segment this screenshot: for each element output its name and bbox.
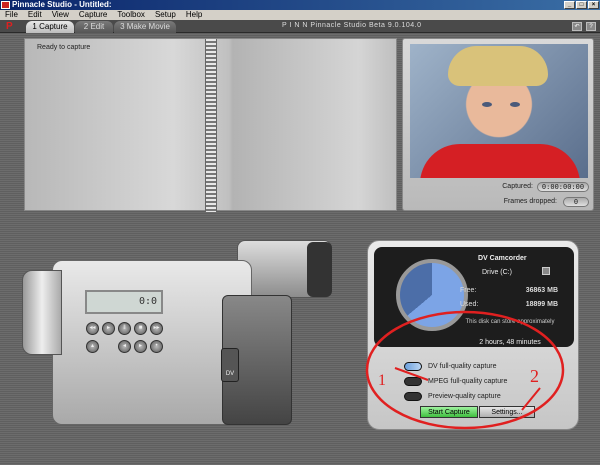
step-forward-button[interactable]: ▸ — [134, 340, 147, 353]
preview-quality-label: Preview-quality capture — [428, 393, 501, 400]
option-dv-full-quality[interactable]: DV full-quality capture — [404, 362, 497, 371]
window-controls: _ □ × — [564, 1, 599, 9]
app-icon[interactable] — [1, 1, 10, 9]
maximize-button[interactable]: □ — [576, 1, 587, 9]
drive-select-button[interactable] — [542, 267, 550, 275]
captured-label: Captured: — [502, 183, 533, 190]
album-spiral — [205, 39, 217, 212]
disk-space-gauge — [396, 259, 468, 331]
captured-counter: 0:00:00:00 — [537, 182, 589, 192]
tab-right-icons: ↶ ? — [572, 22, 596, 31]
camcorder-lens — [22, 270, 62, 355]
preview-quality-toggle[interactable] — [404, 392, 422, 401]
eject-button[interactable]: ▴ — [86, 340, 99, 353]
tab-bar: P 1 Capture 2 Edit 3 Make Movie P I N N … — [0, 20, 600, 33]
tab-edit[interactable]: 2 Edit — [75, 21, 113, 33]
minimize-button[interactable]: _ — [564, 1, 575, 9]
preview-eye-left — [482, 102, 492, 107]
dv-port-icon: DV — [221, 348, 239, 382]
disk-space-display: DV Camcorder Drive (C:) Free: 36863 MB U… — [374, 247, 574, 347]
option-preview-quality[interactable]: Preview-quality capture — [404, 392, 501, 401]
menu-toolbox[interactable]: Toolbox — [112, 10, 150, 20]
window-title: Pinnacle Studio - Untitled: — [12, 0, 112, 9]
drive-label: Drive (C:) — [482, 269, 512, 276]
title-bar: Pinnacle Studio - Untitled: _ □ × — [0, 0, 600, 10]
used-value: 18899 MB — [525, 301, 558, 308]
menu-file[interactable]: File — [0, 10, 23, 20]
dropped-label: Frames dropped: — [503, 198, 557, 205]
dv-full-quality-toggle[interactable] — [404, 362, 422, 371]
tab-capture[interactable]: 1 Capture — [26, 21, 74, 33]
camcorder-lcd: 0:0 — [85, 290, 163, 314]
close-button[interactable]: × — [588, 1, 599, 9]
preview-image — [410, 44, 588, 178]
menu-setup[interactable]: Setup — [150, 10, 181, 20]
dv-source-title: DV Camcorder — [478, 255, 527, 262]
menu-bar: File Edit View Capture Toolbox Setup Hel… — [0, 10, 600, 20]
album-status: Ready to capture — [37, 44, 91, 51]
option-mpeg-full-quality[interactable]: MPEG full-quality capture — [404, 377, 508, 386]
mpeg-full-quality-toggle[interactable] — [404, 377, 422, 386]
free-label: Free: — [460, 287, 477, 294]
play-button[interactable]: ▸ — [102, 322, 115, 335]
menu-help[interactable]: Help — [181, 10, 207, 20]
dv-full-quality-label: DV full-quality capture — [428, 363, 497, 370]
capture-album: Ready to capture — [24, 38, 397, 212]
storage-note: This disk can store approximately — [465, 319, 555, 325]
camcorder-eyecup — [307, 242, 332, 297]
shuttle-button[interactable]: • — [150, 340, 163, 353]
used-label: Used: — [460, 301, 479, 308]
mpeg-full-quality-label: MPEG full-quality capture — [428, 378, 508, 385]
settings-button[interactable]: Settings... — [479, 406, 535, 418]
tab-make-movie[interactable]: 3 Make Movie — [114, 21, 176, 33]
menu-capture[interactable]: Capture — [74, 10, 112, 20]
studio-version: Pinnacle Studio Beta 9.0.104.0 — [310, 22, 422, 29]
undo-icon[interactable]: ↶ — [572, 22, 582, 31]
preview-eye-right — [510, 102, 520, 107]
stop-button[interactable]: ■ — [134, 322, 147, 335]
studio-brand: P I N N — [282, 22, 308, 29]
studio-title: P I N N Pinnacle Studio Beta 9.0.104.0 — [282, 22, 422, 29]
preview-hair — [448, 46, 548, 86]
preview-shirt — [420, 144, 580, 178]
menu-view[interactable]: View — [47, 10, 74, 20]
dv-capture-panel: DV Camcorder Drive (C:) Free: 36863 MB U… — [367, 240, 579, 430]
camcorder-controller: 0:0 ◂◂ ▸ ‖ ■ ▸▸ ▴ ◂ ▸ • DV — [22, 240, 332, 430]
storage-duration: 2 hours, 48 minutes — [479, 339, 541, 346]
start-capture-button[interactable]: Start Capture — [420, 406, 478, 418]
step-back-button[interactable]: ◂ — [118, 340, 131, 353]
free-value: 36863 MB — [525, 287, 558, 294]
pause-button[interactable]: ‖ — [118, 322, 131, 335]
help-icon[interactable]: ? — [586, 22, 596, 31]
rewind-button[interactable]: ◂◂ — [86, 322, 99, 335]
menu-edit[interactable]: Edit — [23, 10, 47, 20]
video-preview-panel: Captured: 0:00:00:00 Frames dropped: 0 — [402, 38, 594, 211]
pinnacle-logo-icon: P — [6, 21, 13, 32]
dropped-counter: 0 — [563, 197, 589, 207]
fast-forward-button[interactable]: ▸▸ — [150, 322, 163, 335]
